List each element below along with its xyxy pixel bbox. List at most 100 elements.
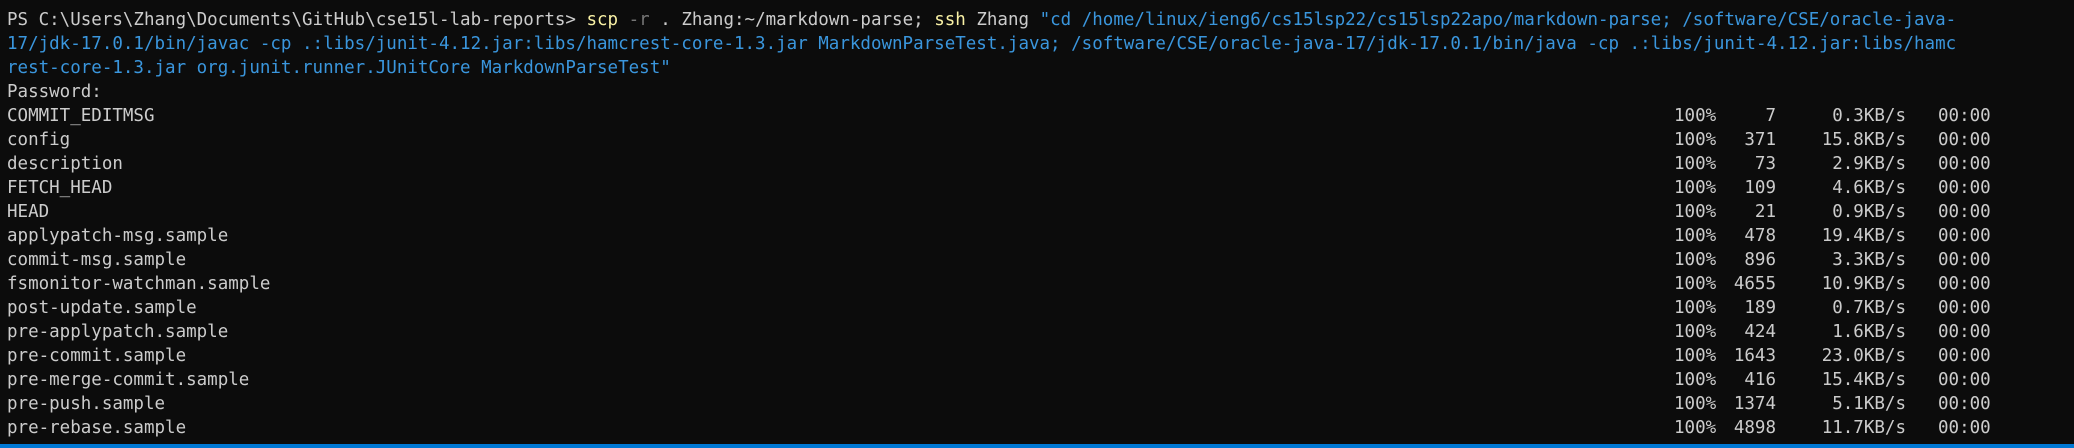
transfer-time: 00:00 (1938, 418, 1991, 438)
transfer-time: 00:00 (1938, 202, 1991, 222)
transfer-row: config 100% 371 15.8KB/s 00:00 (7, 128, 2067, 152)
transfer-percent: 100% (1674, 202, 1717, 222)
transfer-percent: 100% (1674, 370, 1717, 390)
transfer-file-name: commit-msg.sample (7, 250, 187, 270)
transfer-time: 00:00 (1938, 274, 1991, 294)
transfer-size: 896 (1744, 250, 1776, 270)
transfer-rate: 1.6KB/s (1832, 322, 1906, 342)
transfer-percent: 100% (1674, 130, 1717, 150)
transfer-size: 416 (1744, 370, 1776, 390)
transfer-rate: 15.4KB/s (1821, 370, 1906, 390)
transfer-size: 7 (1765, 106, 1776, 126)
transfer-rate: 3.3KB/s (1832, 250, 1906, 270)
transfer-file-name: COMMIT_EDITMSG (7, 106, 155, 126)
transfer-size: 4655 (1733, 274, 1776, 294)
transfer-size: 189 (1744, 298, 1776, 318)
transfer-size: 1374 (1733, 394, 1776, 414)
command-line-1: PS C:\Users\Zhang\Documents\GitHub\cse15… (7, 8, 2067, 32)
transfer-rate: 4.6KB/s (1832, 178, 1906, 198)
transfer-rate: 15.8KB/s (1821, 130, 1906, 150)
transfer-row: FETCH_HEAD 100% 109 4.6KB/s 00:00 (7, 176, 2067, 200)
transfer-time: 00:00 (1938, 130, 1991, 150)
scp-command: scp (586, 10, 619, 30)
transfer-size: 371 (1744, 130, 1776, 150)
transfer-percent: 100% (1674, 106, 1717, 126)
transfer-row: HEAD 100% 21 0.9KB/s 00:00 (7, 200, 2067, 224)
shell-prompt: PS C:\Users\Zhang\Documents\GitHub\cse15… (7, 10, 587, 30)
ssh-host: Zhang (965, 10, 1040, 30)
transfer-percent: 100% (1674, 346, 1717, 366)
transfer-time: 00:00 (1938, 346, 1991, 366)
transfer-file-name: HEAD (7, 202, 50, 222)
command-line-3: rest-core-1.3.jar org.junit.runner.JUnit… (7, 56, 2067, 80)
transfer-time: 00:00 (1938, 322, 1991, 342)
ssh-command-string-part-1: "cd /home/linux/ieng6/cs15lsp22/cs15lsp2… (1039, 10, 1957, 30)
transfer-file-name: description (7, 154, 123, 174)
transfer-rate: 5.1KB/s (1832, 394, 1906, 414)
scp-arguments: . Zhang:~/markdown-parse; (649, 10, 935, 30)
transfer-rate: 23.0KB/s (1821, 346, 1906, 366)
transfer-percent: 100% (1674, 178, 1717, 198)
transfer-file-name: pre-merge-commit.sample (7, 370, 250, 390)
transfer-time: 00:00 (1938, 226, 1991, 246)
transfer-time: 00:00 (1938, 178, 1991, 198)
transfer-percent: 100% (1674, 154, 1717, 174)
transfer-percent: 100% (1674, 226, 1717, 246)
transfer-row: pre-applypatch.sample 100% 424 1.6KB/s 00:00 (7, 320, 2067, 344)
transfer-percent: 100% (1674, 250, 1717, 270)
transfer-rate: 19.4KB/s (1821, 226, 1906, 246)
terminal-output[interactable]: PS C:\Users\Zhang\Documents\GitHub\cse15… (7, 8, 2067, 440)
transfer-file-name: fsmonitor-watchman.sample (7, 274, 271, 294)
transfer-percent: 100% (1674, 418, 1717, 438)
ssh-command-string-part-3: rest-core-1.3.jar org.junit.runner.JUnit… (7, 58, 671, 78)
transfer-size: 424 (1744, 322, 1776, 342)
transfer-row: post-update.sample 100% 189 0.7KB/s 00:00 (7, 296, 2067, 320)
transfer-file-name: pre-commit.sample (7, 346, 187, 366)
transfer-file-name: applypatch-msg.sample (7, 226, 229, 246)
transfer-file-name: post-update.sample (7, 298, 197, 318)
transfer-size: 73 (1754, 154, 1776, 174)
transfer-percent: 100% (1674, 394, 1717, 414)
transfer-file-name: pre-rebase.sample (7, 418, 187, 438)
transfer-row: pre-push.sample 100% 1374 5.1KB/s 00:00 (7, 392, 2067, 416)
transfer-time: 00:00 (1938, 250, 1991, 270)
transfer-time: 00:00 (1938, 298, 1991, 318)
transfer-rate: 0.9KB/s (1832, 202, 1906, 222)
transfer-time: 00:00 (1938, 154, 1991, 174)
transfer-percent: 100% (1674, 274, 1717, 294)
transfer-row: pre-rebase.sample 100% 4898 11.7KB/s 00:00 (7, 416, 2067, 440)
transfer-rate: 2.9KB/s (1832, 154, 1906, 174)
transfer-row: applypatch-msg.sample 100% 478 19.4KB/s 00:0… (7, 224, 2067, 248)
transfer-size: 21 (1754, 202, 1776, 222)
transfer-size: 1643 (1733, 346, 1776, 366)
transfer-size: 109 (1744, 178, 1776, 198)
transfer-file-name: FETCH_HEAD (7, 178, 113, 198)
transfer-size: 4898 (1733, 418, 1776, 438)
transfer-list: COMMIT_EDITMSG 100% 7 0.3KB/s 00:00 config 100… (7, 104, 2067, 440)
ssh-command: ssh (934, 10, 966, 30)
transfer-row: fsmonitor-watchman.sample 100% 4655 10.9KB/… (7, 272, 2067, 296)
transfer-row: description 100% 73 2.9KB/s 00:00 (7, 152, 2067, 176)
terminal-focus-bar (0, 444, 2074, 448)
transfer-size: 478 (1744, 226, 1776, 246)
transfer-percent: 100% (1674, 322, 1717, 342)
scp-flag: -r (628, 10, 650, 30)
transfer-rate: 11.7KB/s (1821, 418, 1906, 438)
transfer-row: pre-merge-commit.sample 100% 416 15.4KB/s 00… (7, 368, 2067, 392)
transfer-time: 00:00 (1938, 370, 1991, 390)
transfer-file-name: pre-push.sample (7, 394, 166, 414)
transfer-row: COMMIT_EDITMSG 100% 7 0.3KB/s 00:00 (7, 104, 2067, 128)
transfer-rate: 0.7KB/s (1832, 298, 1906, 318)
transfer-percent: 100% (1674, 298, 1717, 318)
transfer-row: commit-msg.sample 100% 896 3.3KB/s 00:00 (7, 248, 2067, 272)
command-line-2: 17/jdk-17.0.1/bin/javac -cp .:libs/junit… (7, 32, 2067, 56)
transfer-time: 00:00 (1938, 106, 1991, 126)
transfer-file-name: config (7, 130, 71, 150)
transfer-time: 00:00 (1938, 394, 1991, 414)
password-prompt: Password: (7, 82, 102, 102)
transfer-rate: 10.9KB/s (1821, 274, 1906, 294)
transfer-file-name: pre-applypatch.sample (7, 322, 229, 342)
transfer-row: pre-commit.sample 100% 1643 23.0KB/s 00:00 (7, 344, 2067, 368)
transfer-rate: 0.3KB/s (1832, 106, 1906, 126)
ssh-command-string-part-2: 17/jdk-17.0.1/bin/javac -cp .:libs/junit… (7, 34, 1957, 54)
